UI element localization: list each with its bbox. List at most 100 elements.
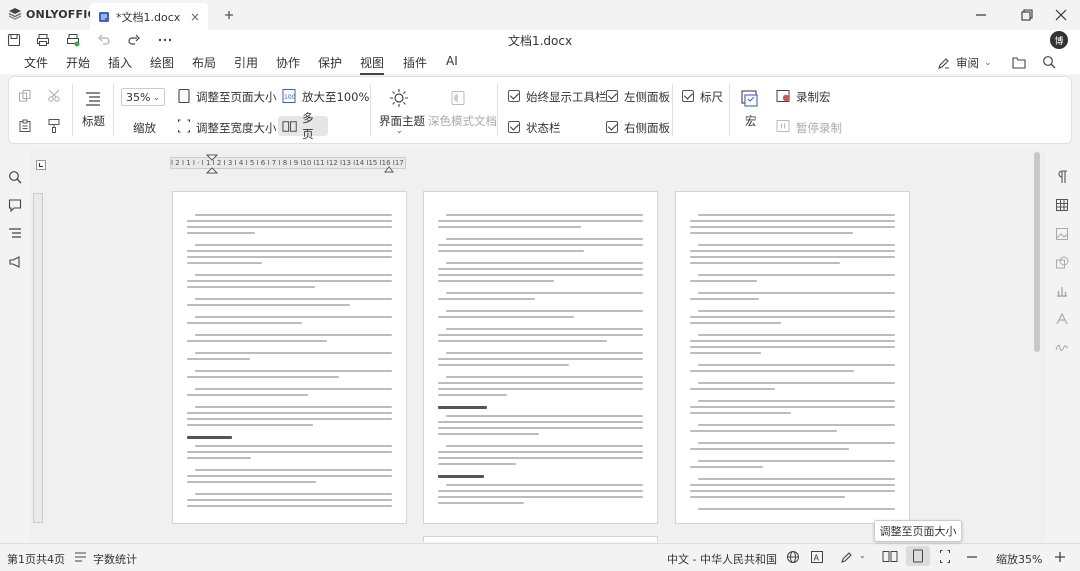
ruler-label[interactable]: 标尺 (700, 89, 723, 105)
right-panel-checkbox[interactable] (606, 121, 618, 133)
fit-page-status-button[interactable] (906, 546, 930, 566)
page-text-line (698, 400, 895, 402)
multi-page-view-button[interactable] (878, 546, 902, 566)
copy-style-icon[interactable] (18, 89, 32, 103)
page-text-line (187, 475, 392, 477)
image-settings-icon[interactable] (1055, 227, 1069, 241)
right-panel-label[interactable]: 右侧面板 (624, 120, 670, 136)
avatar[interactable]: 博 (1050, 31, 1068, 49)
spellcheck-icon[interactable]: A (810, 550, 824, 564)
document-page-4[interactable] (423, 536, 658, 542)
document-page-1[interactable] (172, 191, 407, 524)
left-panel-checkbox[interactable] (606, 90, 618, 102)
pause-record-icon[interactable] (776, 119, 791, 133)
fit-width-icon[interactable] (177, 118, 191, 134)
page-info[interactable]: 第1页共4页 (7, 551, 65, 567)
sun-theme-icon[interactable] (389, 88, 409, 108)
word-count-button[interactable]: 字数统计 (93, 551, 137, 567)
vertical-ruler[interactable] (33, 193, 43, 523)
globe-icon[interactable] (786, 550, 800, 564)
page-text-line (187, 394, 308, 396)
review-mode-button[interactable]: 审阅 ⌄ (937, 55, 992, 71)
indent-marker-icon[interactable] (206, 154, 218, 174)
page-text-line (438, 364, 570, 366)
macro-icon[interactable] (740, 89, 760, 109)
tab-layout[interactable]: 布局 (192, 54, 216, 71)
always-toolbar-label[interactable]: 始终显示工具栏 (526, 89, 607, 105)
track-changes-icon[interactable] (840, 550, 854, 564)
left-panel-label[interactable]: 左侧面板 (624, 89, 670, 105)
search-icon[interactable] (1042, 55, 1056, 69)
tab-insert[interactable]: 插入 (108, 54, 132, 71)
chevron-down-icon[interactable]: ⌄ (859, 551, 866, 560)
zoom-in-icon[interactable] (1054, 551, 1066, 563)
tab-ai[interactable]: AI (446, 54, 458, 68)
page-text-line (690, 262, 841, 264)
ruler-checkbox[interactable] (682, 90, 694, 102)
tab-home[interactable]: 开始 (66, 54, 90, 71)
zoom-100-icon[interactable]: 100 (282, 88, 296, 104)
document-page-3[interactable] (675, 191, 910, 524)
dark-document-icon[interactable] (450, 90, 466, 106)
status-bar-checkbox[interactable] (508, 121, 520, 133)
zoom-level[interactable]: 缩放35% (996, 551, 1042, 567)
paste-icon[interactable] (18, 119, 32, 133)
scissors-icon[interactable] (47, 89, 61, 103)
fit-page-button[interactable]: 调整至页面大小 (196, 89, 277, 105)
restore-icon[interactable] (1020, 8, 1034, 22)
fit-width-button[interactable]: 调整至宽度大小 (196, 120, 277, 136)
chart-settings-icon[interactable] (1055, 284, 1069, 298)
tab-stop-selector[interactable] (36, 160, 46, 170)
zoom-100-button[interactable]: 放大至100% (302, 89, 369, 105)
comments-icon[interactable] (8, 198, 22, 212)
zoom-out-icon[interactable] (966, 555, 978, 559)
fit-page-icon[interactable] (177, 88, 191, 104)
tab-plugins[interactable]: 插件 (403, 54, 427, 71)
tab-draw[interactable]: 绘图 (150, 54, 174, 71)
navigation-icon[interactable] (8, 226, 22, 240)
tab-file[interactable]: 文件 (24, 54, 48, 71)
format-painter-icon[interactable] (47, 118, 61, 134)
dark-document-button[interactable]: 深色模式文档 (428, 113, 497, 129)
ribbon-separator (672, 84, 673, 136)
always-toolbar-checkbox[interactable] (508, 90, 520, 102)
tab-close-icon[interactable]: × (190, 10, 200, 24)
document-tab[interactable]: *文档1.docx × (90, 3, 208, 30)
tab-view[interactable]: 视图 (360, 54, 385, 75)
paragraph-icon[interactable] (1056, 170, 1068, 184)
close-window-icon[interactable] (1054, 8, 1068, 22)
page-text-line (446, 415, 643, 417)
signature-icon[interactable] (1055, 340, 1069, 354)
tab-references[interactable]: 引用 (234, 54, 258, 71)
status-bar-label[interactable]: 状态栏 (526, 120, 561, 136)
page-text-line (690, 232, 854, 234)
multi-page-button[interactable]: 多页 (278, 111, 328, 141)
right-indent-marker-icon[interactable] (384, 163, 394, 173)
page-text-line (438, 388, 643, 390)
document-page-2[interactable] (423, 191, 658, 524)
record-macro-button[interactable]: 录制宏 (796, 89, 831, 105)
pause-record-button[interactable]: 暂停录制 (796, 120, 842, 136)
page-text-line (438, 244, 643, 246)
announce-icon[interactable] (8, 255, 22, 269)
search-icon[interactable] (8, 170, 22, 184)
tab-protection[interactable]: 保护 (318, 54, 342, 71)
vertical-scrollbar[interactable] (1034, 152, 1040, 352)
record-macro-icon[interactable] (776, 89, 791, 103)
minimize-icon[interactable] (974, 8, 988, 22)
open-location-icon[interactable] (1012, 56, 1026, 69)
fit-width-icon[interactable] (939, 549, 951, 564)
macro-label[interactable]: 宏 (745, 113, 757, 129)
zoom-select[interactable]: 35% ⌄ (121, 88, 165, 106)
page-text-line (438, 316, 575, 318)
table-settings-icon[interactable] (1055, 198, 1069, 212)
headings-icon[interactable] (84, 90, 102, 108)
page-text-line (446, 445, 643, 447)
language-selector[interactable]: 中文 - 中华人民共和国 (667, 551, 777, 567)
shape-settings-icon[interactable] (1055, 256, 1069, 270)
text-art-icon[interactable] (1055, 312, 1069, 326)
tab-collaboration[interactable]: 协作 (276, 54, 300, 71)
page-heading-line (438, 406, 488, 409)
new-tab-icon[interactable] (224, 10, 234, 20)
headings-label[interactable]: 标题 (82, 113, 105, 129)
